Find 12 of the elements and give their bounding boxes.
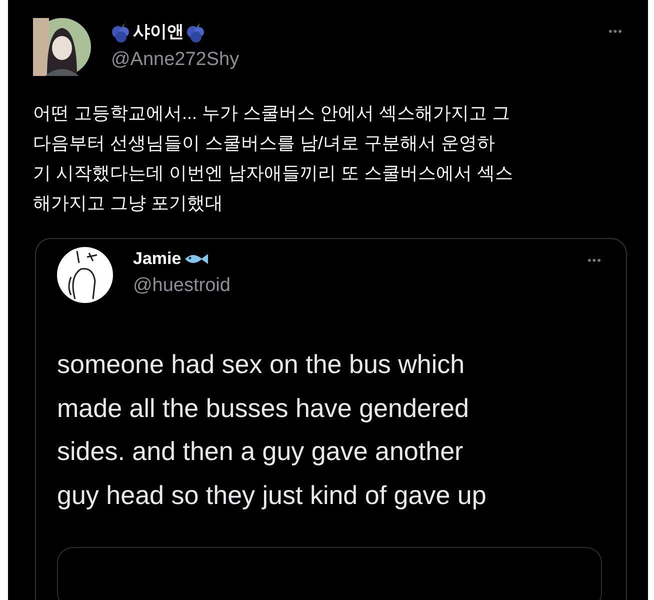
user-handle: @Anne272Shy (111, 49, 240, 71)
quoted-tweet-text: someone had sex on the bus which made all the busses have gendered sides. and then a guy gave another guy head so they just kind of gave up (57, 348, 488, 512)
tweet-text: 어떤 고등학교에서... 누가 스쿨버스 안에서 섹스해가지고 그 다음부터 선생님들이 스쿨버스를 남/녀로 구분해서 운영하 기 시작했다는데 이번엔 남자애들끼리 또 스쿨버스에서 섹스 해가지고 그냥 포기했대 (33, 102, 514, 215)
quoted-tweet-card[interactable]: Jamie @huestroid ••• someone had sex on the bus which made all the busses have gendered sides. and then a guy gave another guy head so they just kind of gave up (35, 238, 627, 600)
avatar[interactable] (57, 247, 113, 303)
display-name: 샤이앤 (133, 21, 184, 43)
more-icon[interactable]: ••• (587, 255, 602, 267)
user-handle: @huestroid (133, 275, 232, 297)
avatar[interactable] (33, 18, 91, 76)
display-name: Jamie (133, 249, 182, 269)
fish-icon (183, 251, 210, 267)
more-icon[interactable]: ••• (608, 26, 623, 38)
